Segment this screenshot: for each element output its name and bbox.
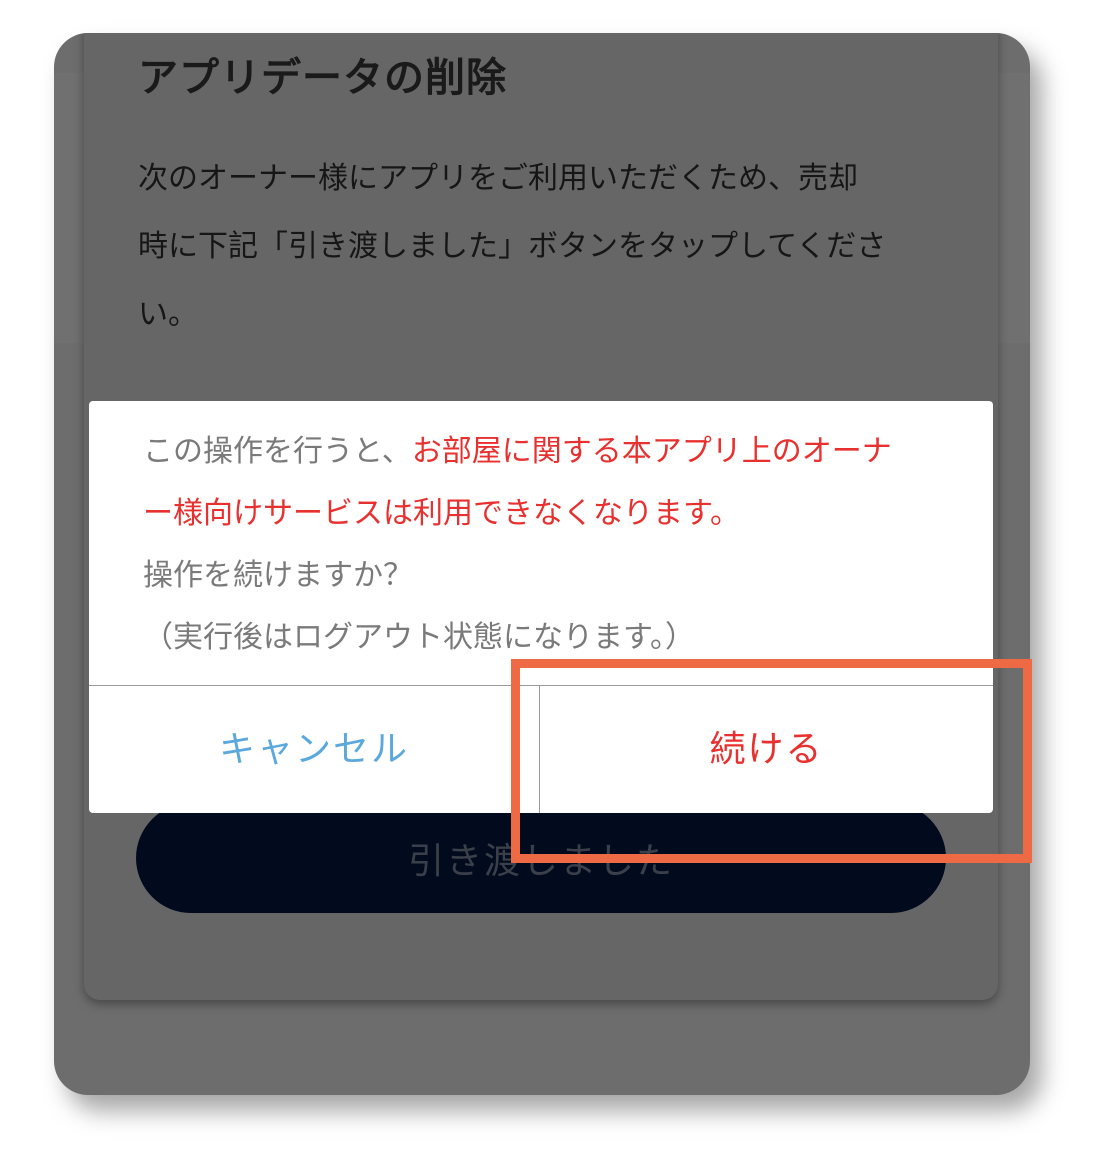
logout-note: （実行後はログアウト状態になります。） (143, 620, 695, 655)
message-normal-text: この操作を行うと、 (143, 434, 412, 469)
description-line: 時に下記「引き渡しました」ボタンをタップしてくださ (138, 229, 887, 264)
handover-button[interactable]: 引き渡しました (136, 803, 946, 913)
card-title: アプリデータの削除 (138, 55, 507, 101)
description-line: い。 (138, 297, 198, 332)
confirm-question: 操作を続けますか？ (143, 558, 413, 593)
card-description: 次のオーナー様にアプリをご利用いただくため、売却 時に下記「引き渡しました」ボタ… (138, 153, 938, 357)
description-line: 次のオーナー様にアプリをご利用いただくため、売却 (138, 161, 858, 196)
message-line-1: この操作を行うと、お部屋に関する本アプリ上のオーナ (143, 429, 963, 491)
continue-button[interactable]: 続ける (540, 686, 993, 813)
warning-text: お部屋に関する本アプリ上のオーナ (411, 434, 892, 469)
warning-text-continued: ー様向けサービスは利用できなくなります。 (143, 496, 740, 531)
cancel-button[interactable]: キャンセル (89, 686, 539, 813)
dialog-message: この操作を行うと、お部屋に関する本アプリ上のオーナ ー様向けサービスは利用できな… (143, 429, 963, 677)
confirm-dialog: この操作を行うと、お部屋に関する本アプリ上のオーナ ー様向けサービスは利用できな… (89, 401, 993, 813)
